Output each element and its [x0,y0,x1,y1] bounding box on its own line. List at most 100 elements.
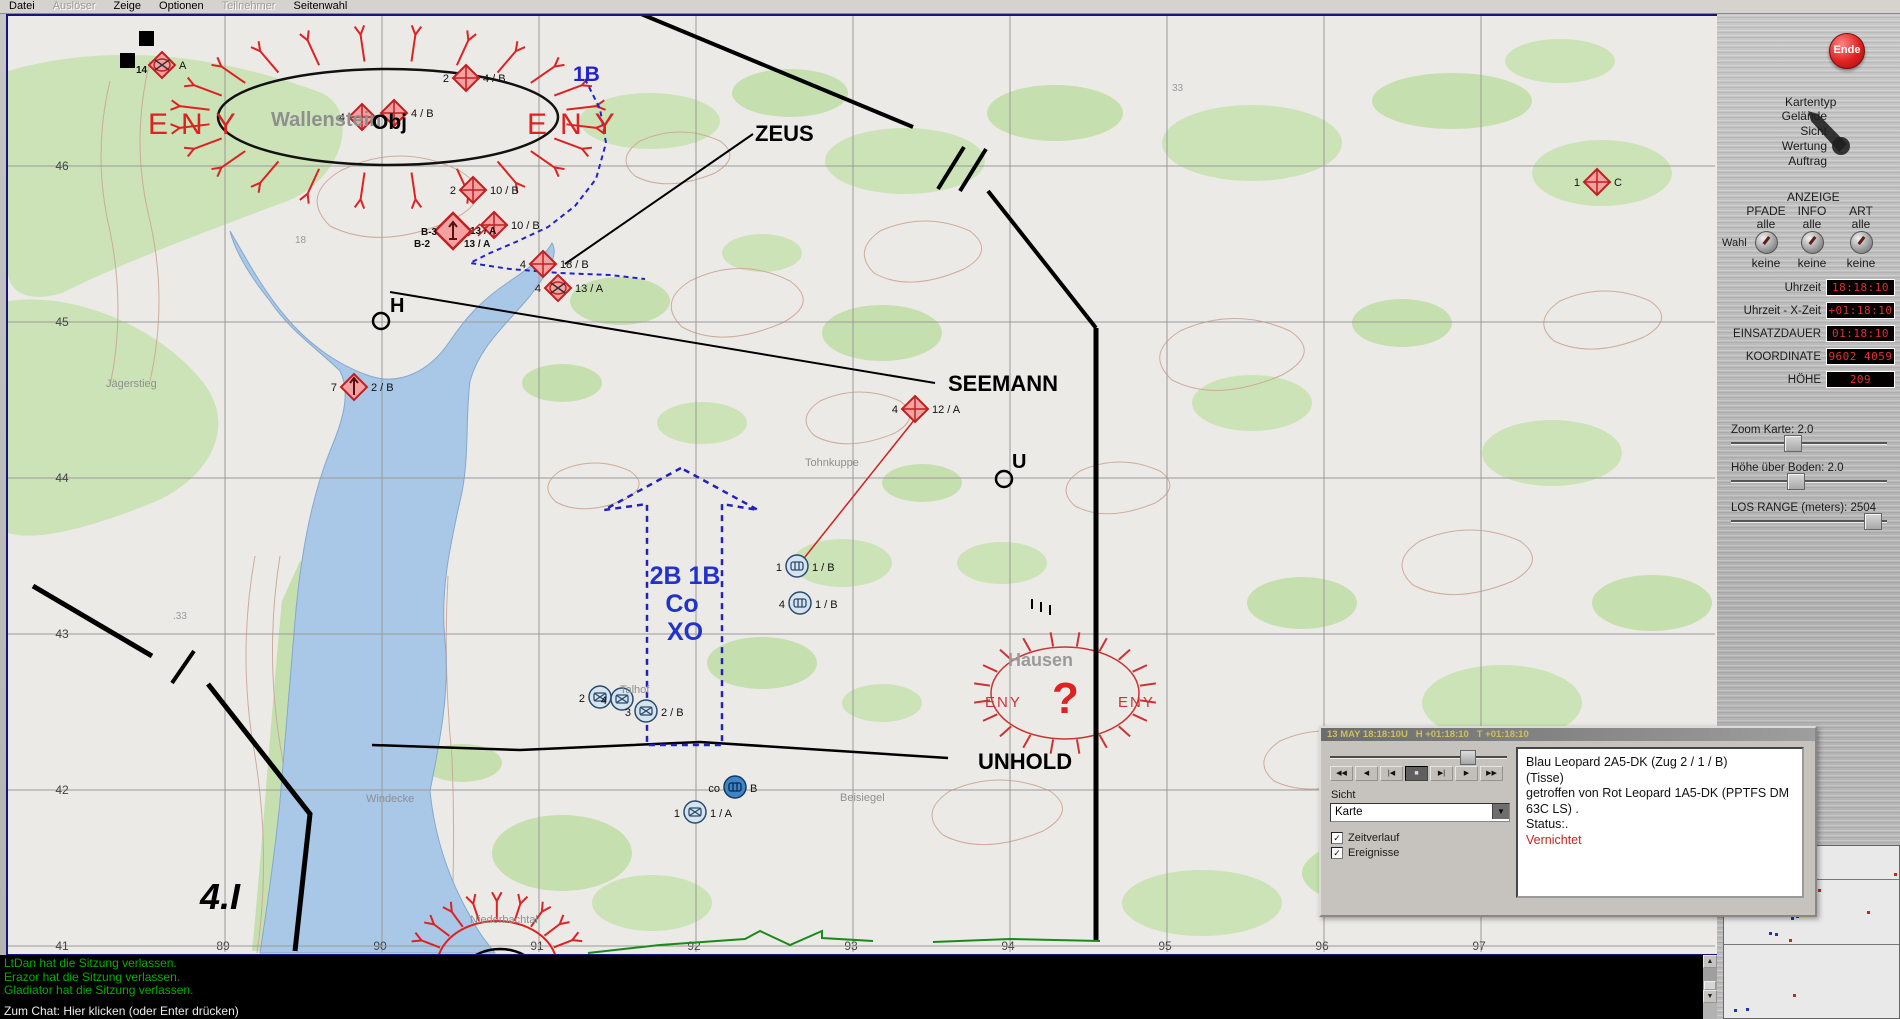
event-info-line: Vernichtet [1526,832,1582,847]
event-info-line: Status:. [1526,817,1569,831]
unit-label: 2 / B [371,382,394,394]
replay-window: 13 MAY 18:18:10U H +01:18:10 T +01:18:10… [1319,726,1817,917]
zoom-karte-slider: Zoom Karte: 2.0 [1731,424,1887,454]
col-info: INFO [1797,204,1827,218]
chat-status-bar[interactable]: Zum Chat: Hier klicken (oder Enter drück… [0,1003,1703,1019]
hoehe-boden-track[interactable] [1731,473,1887,490]
xzeit-display: +01:18:10 [1826,302,1895,319]
uhrzeit-display: 18:18:10 [1826,279,1895,296]
chat-prompt[interactable]: Zum Chat: Hier klicken (oder Enter drück… [4,1004,239,1018]
menu-item-zeige[interactable]: Zeige [104,0,150,13]
dropdown-arrow-icon[interactable]: ▼ [1492,804,1509,819]
info-keine-label: keine [1797,256,1827,270]
replay-button-4[interactable]: ▶| [1430,766,1453,781]
unit-label: 1 [1574,177,1580,189]
los-range-slider: LOS RANGE (meters): 2504 [1731,502,1887,532]
scroll-thumb[interactable] [1704,981,1716,990]
map-annotation: XO [667,618,703,646]
unit-label: 18 / B [560,259,589,271]
chat-message: LtDan hat die Sitzung verlassen. [4,956,177,970]
unit-label: 2 [579,693,585,705]
replay-window-titlebar[interactable]: 13 MAY 18:18:10U H +01:18:10 T +01:18:10 [1321,728,1815,741]
place-label: 33 [1172,83,1184,94]
ereignisse-checkbox[interactable]: ✓ Ereignisse [1331,847,1399,859]
zoom-karte-handle[interactable] [1784,435,1803,452]
unit-label: 3 [625,707,631,719]
event-info-line: getroffen von Rot Leopard 1A5-DK (PPTFS … [1526,786,1790,800]
event-info-line: (Tisse) [1526,770,1564,785]
map-marker-square [120,53,135,68]
unit-label: 1 / B [815,599,838,611]
los-range-track[interactable] [1731,513,1887,530]
grid-label-y: 43 [55,627,69,641]
minimap-unit-dot [1746,1008,1749,1011]
readout-xzeit: Uhrzeit - X-Zeit +01:18:10 [1717,302,1895,319]
unit-label: 2 / B [661,707,684,719]
chat-log: LtDan hat die Sitzung verlassen. Erazor h… [0,955,1703,1003]
art-knob[interactable] [1850,231,1873,254]
place-label: Talhof [620,684,650,696]
scroll-up-icon[interactable]: ▲ [1703,955,1717,968]
zeitverlauf-checkbox[interactable]: ✓ Zeitverlauf [1331,832,1399,844]
unit-label: 4 [892,404,898,416]
unit-label: 10 / B [490,185,519,197]
event-info-line: 63C LS) . [1526,801,1579,816]
col-art: ART [1849,204,1873,218]
unit-label: 1 / A [710,808,733,820]
event-info-line: Blau Leopard 2A5-DK (Zug 2 / 1 / B) [1526,755,1728,769]
unit-label: 2 [443,73,449,85]
scroll-down-icon[interactable]: ▼ [1703,990,1717,1003]
unit-label: B-2 [414,239,431,250]
map-annotation: ? [1052,674,1079,723]
minimap-unit-dot [1789,939,1792,942]
minimap-unit-dot [1791,917,1794,920]
unit-label: 4 [520,259,526,271]
grid-label-y: 41 [55,939,69,953]
readout-hoehe: HÖHE 209 [1717,371,1895,388]
pfade-alle-label: alle [1756,217,1776,231]
chat-scrollbar[interactable]: ▲ ▼ [1703,955,1717,1003]
map-annotation: 4.I [199,876,241,917]
checkbox-check-icon[interactable]: ✓ [1331,832,1343,844]
unit-label: C [1614,177,1622,189]
readout-uhrzeit: Uhrzeit 18:18:10 [1717,279,1895,296]
art-keine-label: keine [1846,256,1876,270]
menu-item-datei[interactable]: Datei [0,0,44,13]
place-label: Windecke [366,793,414,805]
map-annotation: 1B [573,63,600,86]
map-annotation: Co [665,590,698,618]
replay-button-6[interactable]: ▶▶ [1480,766,1503,781]
kartentyp-knob-pointer-icon[interactable] [1805,108,1857,160]
minimap-unit-dot [1793,994,1796,997]
anzeige-title: ANZEIGE [1787,190,1840,204]
menu-item-optionen[interactable]: Optionen [150,0,213,13]
replay-button-3[interactable]: ■ [1405,766,1428,781]
view-dropdown[interactable]: Karte ▼ [1330,803,1510,822]
checkbox-check-icon[interactable]: ✓ [1331,847,1343,859]
unit-label: 4 / B [411,108,434,120]
replay-timeline-handle[interactable] [1460,750,1477,765]
menu-item-seitenwahl[interactable]: Seitenwahl [284,0,356,13]
grid-label-y: 46 [55,159,69,173]
map-annotation: H [390,295,404,317]
replay-button-2[interactable]: |◀ [1380,766,1403,781]
unit-label: 14 [136,65,148,76]
map-annotation: U [1012,451,1026,473]
readout-einsatzdauer: EINSATZDAUER 01:18:10 [1717,325,1895,342]
replay-button-5[interactable]: ▶ [1455,766,1478,781]
replay-button-1[interactable]: ◀ [1355,766,1378,781]
zoom-karte-track[interactable] [1731,435,1887,452]
hoehe-boden-handle[interactable] [1787,473,1805,490]
place-label: Jägerstieg [106,378,157,390]
replay-button-0[interactable]: ◀◀ [1330,766,1353,781]
replay-timeline-track[interactable] [1330,750,1507,765]
unit-label: 4 [779,599,785,611]
los-range-handle[interactable] [1864,513,1882,530]
unit-label: 13 / A [575,283,604,295]
end-button[interactable]: Ende [1829,33,1865,69]
hoehe-display: 209 [1826,371,1895,388]
pfade-knob[interactable] [1755,231,1778,254]
place-label: Beisiegel [840,792,885,804]
info-knob[interactable] [1801,231,1824,254]
wahl-label: Wahl [1722,237,1747,249]
